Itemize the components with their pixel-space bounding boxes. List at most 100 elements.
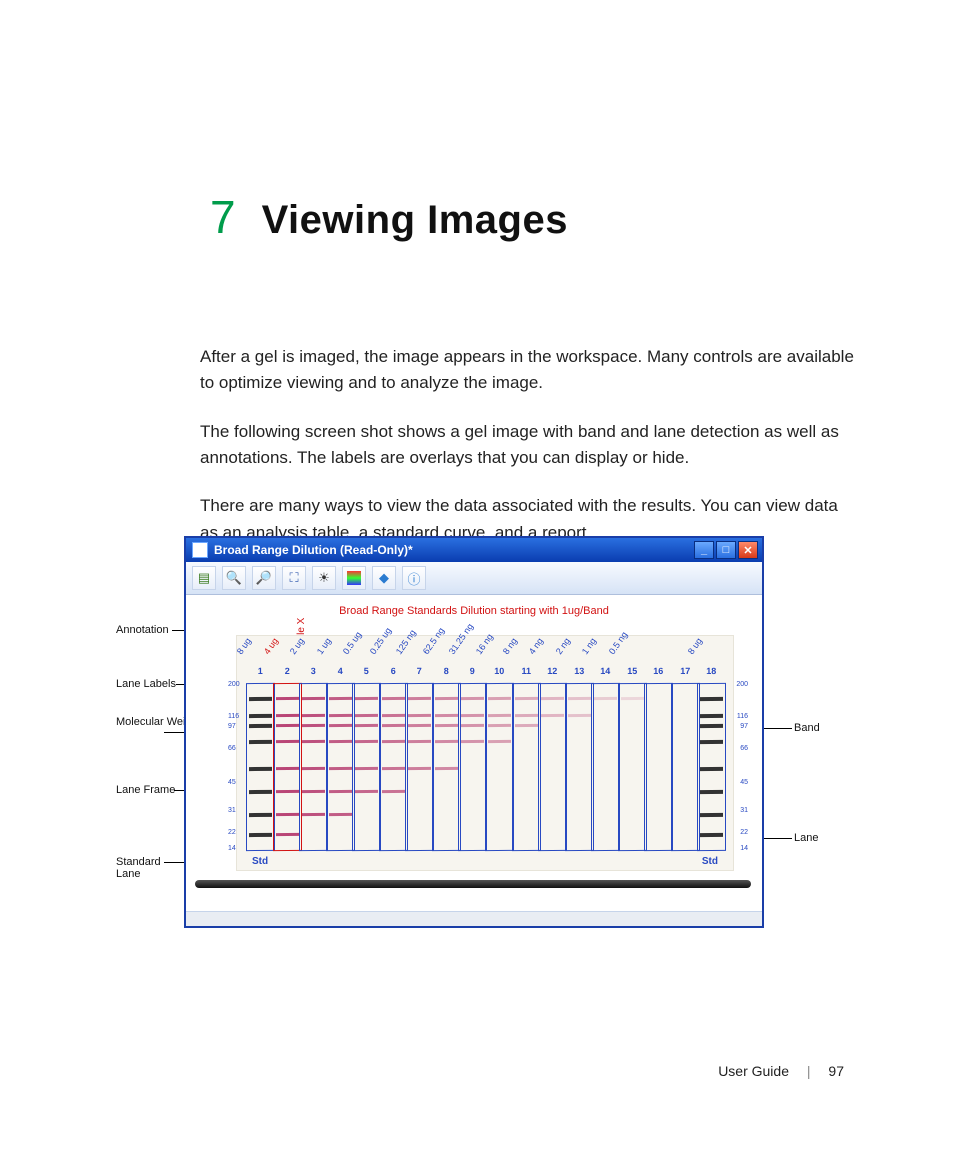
lane-frame[interactable]: 118 ng (512, 683, 541, 851)
band (488, 714, 511, 717)
title-bar[interactable]: Broad Range Dilution (Read-Only)* _ □ ✕ (186, 538, 762, 562)
lane-frame[interactable]: 16 (644, 683, 673, 851)
band (488, 724, 511, 727)
band (408, 740, 431, 743)
band (435, 697, 458, 700)
zoom-out-button[interactable]: 🔎 (252, 566, 276, 590)
band (329, 724, 352, 727)
std-label-left: Std (252, 856, 268, 867)
band (700, 714, 723, 718)
band (461, 724, 484, 727)
lane-number: 17 (672, 666, 699, 676)
mw-label: 66 (228, 745, 236, 752)
close-button[interactable]: ✕ (738, 541, 758, 559)
band (276, 813, 299, 816)
band (276, 790, 299, 793)
maximize-button[interactable]: □ (716, 541, 736, 559)
band (329, 740, 352, 743)
lane-number: 1 (247, 666, 274, 676)
mw-label: 45 (740, 779, 748, 786)
lane-number: 8 (433, 666, 460, 676)
band (568, 714, 591, 717)
color-map-button[interactable] (342, 566, 366, 590)
horizontal-scrollbar[interactable] (186, 911, 762, 926)
band (382, 740, 405, 743)
band (355, 740, 378, 743)
lane-frame[interactable]: 1016 ng (485, 683, 514, 851)
band (435, 740, 458, 743)
band (408, 697, 431, 700)
band (700, 790, 723, 794)
gel-image-viewport[interactable]: Broad Range Standards Dilution starting … (186, 595, 762, 911)
band (302, 813, 325, 816)
lane-number: 6 (380, 666, 407, 676)
mw-label: 97 (740, 723, 748, 730)
tree-view-button[interactable]: ▤ (192, 566, 216, 590)
band (541, 697, 564, 700)
lane-frame[interactable]: 60.25 ug (379, 683, 408, 851)
band (249, 714, 272, 718)
lane-number: 12 (539, 666, 566, 676)
band (541, 714, 564, 717)
band (249, 813, 272, 817)
lane-frame-group: 18 ug24 ug32 ug41 ug50.5 ug60.25 ug7125 … (246, 683, 724, 851)
band (302, 790, 325, 793)
fit-button[interactable]: ⛶ (282, 566, 306, 590)
footer-page: 97 (828, 1063, 844, 1079)
band (515, 697, 538, 700)
lane-frame[interactable]: 41 ug (326, 683, 355, 851)
info-button[interactable]: ⓘ (402, 566, 426, 590)
chapter-title: Viewing Images (262, 198, 568, 243)
lane-number: 7 (406, 666, 433, 676)
lane-frame[interactable]: 141 ng (591, 683, 620, 851)
lane-frame[interactable]: 17 (671, 683, 700, 851)
lane-number: 13 (566, 666, 593, 676)
zoom-in-button[interactable]: 🔍 (222, 566, 246, 590)
band (621, 697, 644, 700)
page-footer: User Guide | 97 (718, 1063, 844, 1079)
band (594, 697, 617, 700)
lane-number: 2 (274, 666, 301, 676)
lane-number: 16 (645, 666, 672, 676)
lane-frame[interactable]: 18 ug (246, 683, 275, 851)
lane-number: 5 (353, 666, 380, 676)
band (302, 714, 325, 717)
brightness-button[interactable]: ☀ (312, 566, 336, 590)
lane-frame[interactable]: 931.25 ng (458, 683, 487, 851)
minimize-button[interactable]: _ (694, 541, 714, 559)
lane-number: 3 (300, 666, 327, 676)
lane-frame[interactable]: 124 ng (538, 683, 567, 851)
lane-frame[interactable]: 32 ug (299, 683, 328, 851)
lane-frame[interactable]: 862.5 ng (432, 683, 461, 851)
band (329, 767, 352, 770)
lane-frame[interactable]: 150.5 ng (618, 683, 647, 851)
mw-label: 31 (228, 807, 236, 814)
band (435, 724, 458, 727)
lane-frame[interactable]: 188 ug (697, 683, 726, 851)
band (700, 724, 723, 728)
band (249, 767, 272, 771)
band (568, 697, 591, 700)
band (302, 767, 325, 770)
band (435, 714, 458, 717)
mw-label: 97 (228, 723, 236, 730)
lane-number: 18 (698, 666, 725, 676)
callout-lane-labels: Lane Labels (116, 678, 176, 690)
mw-label: 31 (740, 807, 748, 814)
tag-button[interactable]: ◆ (372, 566, 396, 590)
lane-frame[interactable]: 50.5 ug (352, 683, 381, 851)
lane-frame[interactable]: 24 ug (273, 683, 302, 851)
band (355, 714, 378, 717)
mw-label: 116 (737, 713, 748, 720)
lane-frame[interactable]: 132 ng (565, 683, 594, 851)
band (302, 724, 325, 727)
callout-band: Band (794, 722, 820, 734)
lane-frame[interactable]: 7125 ng (405, 683, 434, 851)
band (700, 833, 723, 837)
band (249, 740, 272, 744)
callout-lane: Lane (794, 832, 818, 844)
band (249, 697, 272, 701)
band (329, 697, 352, 700)
band (302, 740, 325, 743)
band (700, 740, 723, 744)
